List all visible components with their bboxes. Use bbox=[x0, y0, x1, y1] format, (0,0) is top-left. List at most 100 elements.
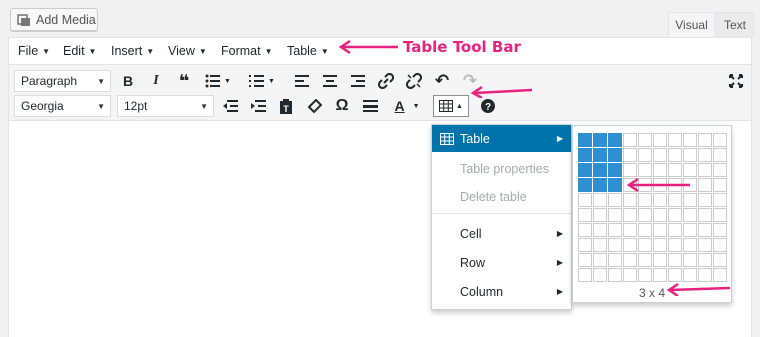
table-grid-cell[interactable] bbox=[623, 193, 637, 207]
table-grid-cell[interactable] bbox=[578, 268, 592, 282]
menu-file[interactable]: File ▼ bbox=[18, 44, 50, 58]
blockquote-icon[interactable]: ❝ bbox=[173, 70, 195, 92]
table-grid-cell[interactable] bbox=[653, 163, 667, 177]
table-grid-cell[interactable] bbox=[623, 133, 637, 147]
table-grid-cell[interactable] bbox=[638, 133, 652, 147]
format-select[interactable]: Paragraph ▼ bbox=[14, 70, 111, 92]
align-center-icon[interactable] bbox=[319, 70, 341, 92]
table-button[interactable]: ▲ bbox=[433, 95, 469, 117]
table-grid-cell[interactable] bbox=[683, 238, 697, 252]
table-grid-cell[interactable] bbox=[593, 148, 607, 162]
table-grid-cell[interactable] bbox=[683, 268, 697, 282]
tab-visual[interactable]: Visual bbox=[668, 12, 715, 37]
table-grid-cell[interactable] bbox=[593, 178, 607, 192]
table-grid-cell[interactable] bbox=[608, 133, 622, 147]
table-grid-cell[interactable] bbox=[578, 208, 592, 222]
table-grid-cell[interactable] bbox=[608, 238, 622, 252]
table-grid-cell[interactable] bbox=[593, 238, 607, 252]
unlink-icon[interactable] bbox=[403, 70, 425, 92]
numbered-list-icon[interactable]: ▼ bbox=[245, 70, 279, 92]
table-grid-cell[interactable] bbox=[668, 163, 682, 177]
table-grid-cell[interactable] bbox=[683, 193, 697, 207]
table-grid-cell[interactable] bbox=[593, 208, 607, 222]
table-grid-cell[interactable] bbox=[698, 208, 712, 222]
table-grid-cell[interactable] bbox=[608, 163, 622, 177]
table-grid-cell[interactable] bbox=[668, 268, 682, 282]
font-family-select[interactable]: Georgia ▼ bbox=[14, 95, 111, 117]
table-grid-cell[interactable] bbox=[638, 193, 652, 207]
help-icon[interactable]: ? bbox=[477, 95, 499, 117]
clear-format-icon[interactable] bbox=[303, 95, 325, 117]
table-grid-cell[interactable] bbox=[713, 148, 727, 162]
table-grid-cell[interactable] bbox=[608, 148, 622, 162]
table-grid-cell[interactable] bbox=[683, 208, 697, 222]
table-grid-cell[interactable] bbox=[623, 163, 637, 177]
table-grid-cell[interactable] bbox=[593, 223, 607, 237]
table-grid-cell[interactable] bbox=[683, 163, 697, 177]
table-grid-cell[interactable] bbox=[683, 133, 697, 147]
table-grid-cell[interactable] bbox=[698, 268, 712, 282]
table-grid-cell[interactable] bbox=[578, 178, 592, 192]
table-grid-cell[interactable] bbox=[638, 148, 652, 162]
table-grid-cell[interactable] bbox=[713, 193, 727, 207]
table-grid-cell[interactable] bbox=[653, 238, 667, 252]
table-grid-cell[interactable] bbox=[668, 208, 682, 222]
table-grid-cell[interactable] bbox=[623, 238, 637, 252]
table-grid-cell[interactable] bbox=[668, 223, 682, 237]
table-grid-cell[interactable] bbox=[578, 148, 592, 162]
menu-row-column[interactable]: Column ▶ bbox=[432, 278, 571, 305]
table-grid-cell[interactable] bbox=[668, 253, 682, 267]
table-grid-cell[interactable] bbox=[608, 193, 622, 207]
table-grid-cell[interactable] bbox=[608, 208, 622, 222]
table-grid-cell[interactable] bbox=[608, 178, 622, 192]
table-grid-cell[interactable] bbox=[608, 253, 622, 267]
table-grid-cell[interactable] bbox=[593, 268, 607, 282]
table-grid-cell[interactable] bbox=[638, 238, 652, 252]
menu-row-cell[interactable]: Cell ▶ bbox=[432, 220, 571, 247]
menu-view[interactable]: View ▼ bbox=[168, 44, 207, 58]
align-right-icon[interactable] bbox=[347, 70, 369, 92]
table-grid-cell[interactable] bbox=[668, 193, 682, 207]
bullet-list-icon[interactable]: ▼ bbox=[201, 70, 235, 92]
fullscreen-icon[interactable] bbox=[725, 70, 747, 92]
menu-row-delete-table[interactable]: Delete table bbox=[432, 183, 571, 210]
table-grid-cell[interactable] bbox=[653, 133, 667, 147]
table-grid-cell[interactable] bbox=[668, 133, 682, 147]
table-grid-cell[interactable] bbox=[713, 133, 727, 147]
table-grid-cell[interactable] bbox=[713, 253, 727, 267]
table-grid-cell[interactable] bbox=[698, 253, 712, 267]
table-grid-cell[interactable] bbox=[713, 208, 727, 222]
horizontal-rule-icon[interactable] bbox=[359, 95, 381, 117]
add-media-button[interactable]: Add Media bbox=[10, 8, 98, 31]
table-grid-cell[interactable] bbox=[638, 268, 652, 282]
table-grid-cell[interactable] bbox=[653, 223, 667, 237]
table-grid-cell[interactable] bbox=[668, 148, 682, 162]
table-grid-cell[interactable] bbox=[683, 253, 697, 267]
table-grid-cell[interactable] bbox=[608, 268, 622, 282]
menu-edit[interactable]: Edit ▼ bbox=[63, 44, 96, 58]
menu-row-table[interactable]: Table ▶ bbox=[432, 125, 571, 152]
table-grid-cell[interactable] bbox=[698, 223, 712, 237]
outdent-icon[interactable] bbox=[219, 95, 241, 117]
table-grid-cell[interactable] bbox=[653, 148, 667, 162]
table-grid-cell[interactable] bbox=[578, 223, 592, 237]
table-grid-cell[interactable] bbox=[638, 208, 652, 222]
table-grid-cell[interactable] bbox=[668, 238, 682, 252]
table-grid-cell[interactable] bbox=[683, 223, 697, 237]
undo-icon[interactable]: ↶ bbox=[431, 70, 453, 92]
menu-insert[interactable]: Insert ▼ bbox=[111, 44, 154, 58]
table-grid-cell[interactable] bbox=[593, 133, 607, 147]
table-grid-cell[interactable] bbox=[698, 238, 712, 252]
table-grid-cell[interactable] bbox=[713, 178, 727, 192]
menu-format[interactable]: Format ▼ bbox=[221, 44, 273, 58]
omega-icon[interactable]: Ω bbox=[331, 95, 353, 117]
menu-row-table-properties[interactable]: Table properties bbox=[432, 155, 571, 182]
table-grid-cell[interactable] bbox=[638, 163, 652, 177]
table-grid-cell[interactable] bbox=[653, 208, 667, 222]
table-grid-cell[interactable] bbox=[578, 163, 592, 177]
table-grid-cell[interactable] bbox=[698, 133, 712, 147]
table-grid-cell[interactable] bbox=[593, 193, 607, 207]
table-grid-cell[interactable] bbox=[578, 253, 592, 267]
table-grid-cell[interactable] bbox=[683, 148, 697, 162]
paste-text-icon[interactable]: T bbox=[275, 95, 297, 117]
